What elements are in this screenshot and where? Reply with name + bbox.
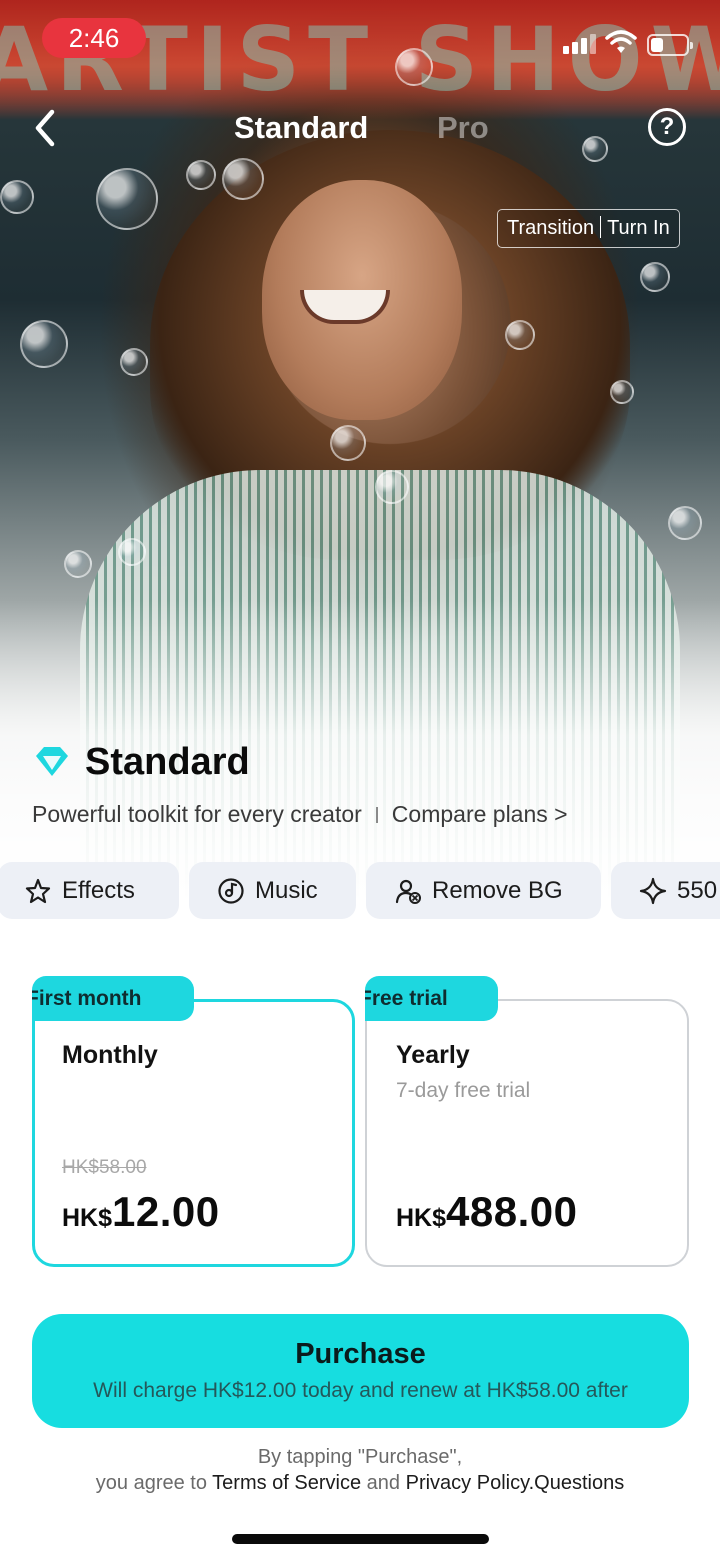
monthly-price: HK$12.00 (62, 1188, 220, 1236)
bubble (640, 262, 670, 292)
monthly-amount: 12.00 (112, 1188, 220, 1235)
legal-text: By tapping "Purchase", you agree to Term… (0, 1444, 720, 1496)
chip-label: Remove BG (432, 876, 563, 904)
compare-plans-link[interactable]: Compare plans > (392, 801, 568, 827)
chip-remove-bg[interactable]: Remove BG (366, 862, 601, 919)
chip-music[interactable]: Music (189, 862, 356, 919)
yearly-price: HK$488.00 (396, 1188, 577, 1236)
chip-label: 550 (677, 876, 718, 904)
bubble (505, 320, 535, 350)
transition-tag: Transition Turn In (497, 209, 680, 248)
bubble (668, 506, 702, 540)
bubble (20, 320, 68, 368)
battery-level (651, 38, 663, 52)
status-bar: 2:46 (0, 0, 720, 80)
legal-and: and (366, 1472, 401, 1494)
turn-in-label: Turn In (607, 217, 670, 239)
chip-550[interactable]: 550 (611, 862, 720, 919)
help-icon[interactable]: ? (648, 108, 686, 146)
subtitle-divider (375, 807, 378, 823)
plan-title: Standard (85, 740, 250, 783)
legal-line-1: By tapping "Purchase", (257, 1446, 463, 1468)
tag-divider (600, 216, 602, 238)
chip-effects[interactable]: Effects (0, 862, 179, 919)
status-time: 2:46 (42, 18, 146, 58)
bubble (186, 160, 216, 190)
badge-label: Free trial (365, 987, 448, 1010)
monthly-title: Monthly (62, 1041, 158, 1069)
yearly-amount: 488.00 (446, 1188, 578, 1235)
questions-link[interactable]: Questions (534, 1472, 624, 1494)
bubble (375, 470, 409, 504)
feature-chips[interactable]: Effects Music Remove BG 550 (0, 862, 720, 920)
purchase-button[interactable]: Purchase Will charge HK$12.00 today and … (32, 1314, 689, 1428)
yearly-currency: HK$ (396, 1204, 447, 1232)
plan-heading: Standard (33, 740, 250, 784)
plan-subtitle: Powerful toolkit for every creator (32, 801, 362, 827)
purchase-label: Purchase (295, 1338, 426, 1370)
purchase-note: Will charge HK$12.00 today and renew at … (93, 1379, 628, 1402)
badge-label: First month (32, 987, 142, 1010)
monthly-currency: HK$ (62, 1204, 113, 1232)
bubble (96, 168, 158, 230)
sparkle-icon (639, 877, 667, 904)
bubble (0, 180, 34, 214)
legal-line-2: you agree to Terms of Service and Privac… (0, 1470, 720, 1496)
back-chevron-icon[interactable] (26, 106, 66, 150)
battery-icon (647, 34, 693, 56)
bubble (582, 136, 608, 162)
cellular-signal-icon (563, 30, 599, 54)
bubble (64, 550, 92, 578)
chevron-right-icon: > (554, 801, 568, 827)
diamond-icon (36, 747, 68, 776)
legal-prefix: you agree to (95, 1472, 207, 1494)
badge-free-trial: Free trial (365, 976, 498, 1021)
badge-first-month: First month (32, 976, 194, 1021)
bubble (222, 158, 264, 200)
chip-label: Music (255, 876, 318, 904)
monthly-old-price: HK$58.00 (62, 1157, 147, 1178)
bubble (330, 425, 366, 461)
compare-plans-label: Compare plans (391, 801, 548, 827)
star-outline-icon (25, 878, 51, 903)
chip-label: Effects (62, 876, 135, 904)
music-disc-icon (218, 877, 244, 904)
bubble (118, 538, 146, 566)
privacy-policy-link[interactable]: Privacy Policy. (406, 1472, 535, 1494)
plan-subtitle-row: Powerful toolkit for every creator Compar… (32, 801, 568, 828)
transition-label: Transition (507, 217, 595, 239)
yearly-title: Yearly (396, 1041, 470, 1069)
yearly-subtitle: 7-day free trial (396, 1079, 531, 1102)
tab-standard[interactable]: Standard (234, 108, 368, 148)
bubble (610, 380, 634, 404)
home-indicator (232, 1534, 489, 1544)
tab-pro[interactable]: Pro (437, 108, 489, 148)
wifi-icon (605, 30, 637, 53)
terms-of-service-link[interactable]: Terms of Service (212, 1472, 361, 1494)
person-remove-icon (395, 879, 421, 904)
bubble (120, 348, 148, 376)
